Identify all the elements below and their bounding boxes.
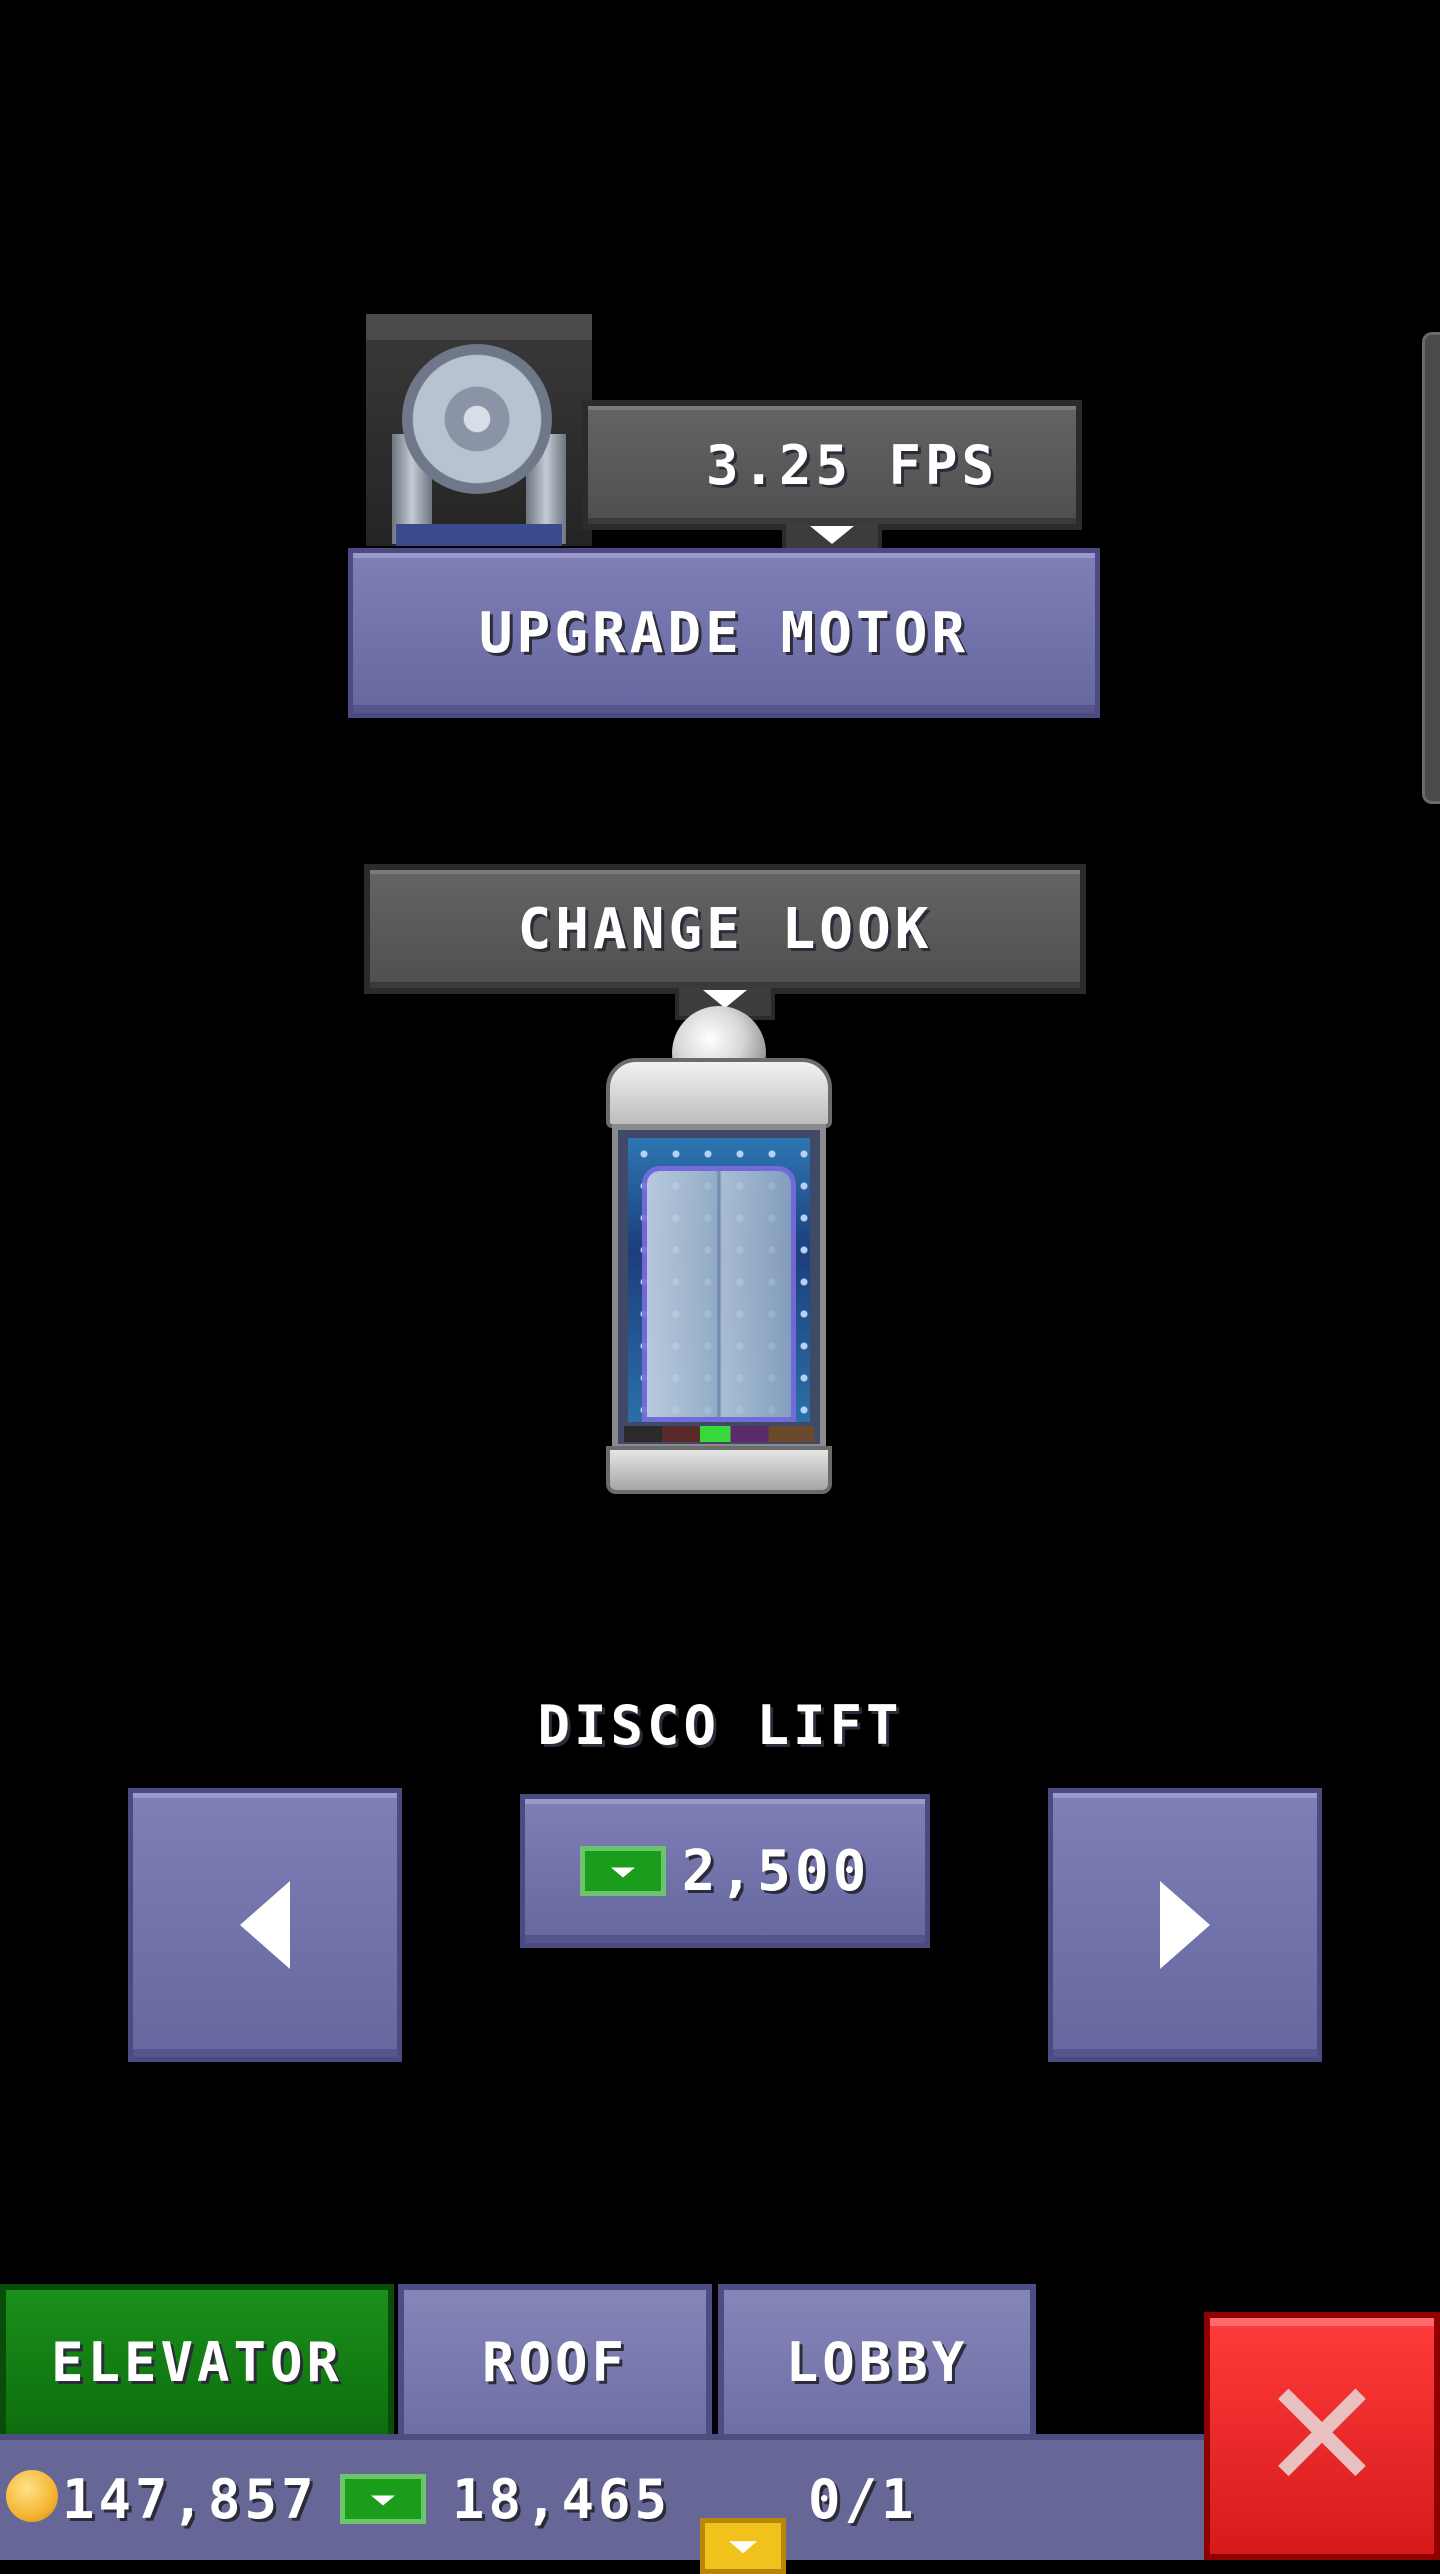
coin-count: 147,857 [62, 2468, 318, 2531]
scroll-handle[interactable] [1422, 332, 1440, 804]
coin-icon [6, 2470, 58, 2522]
bux-icon [340, 2474, 426, 2524]
change-look-text: CHANGE LOOK [517, 896, 933, 962]
arrow-left-icon [240, 1881, 290, 1969]
upgrade-motor-label: UPGRADE MOTOR [478, 600, 970, 666]
look-price: 2,500 [681, 1838, 871, 1904]
tab-roof[interactable]: ROOF [398, 2284, 712, 2440]
tab-lobby-label: LOBBY [785, 2330, 969, 2394]
ticket-icon [700, 2518, 786, 2574]
tab-lobby[interactable]: LOBBY [718, 2284, 1036, 2440]
upgrade-motor-button[interactable]: UPGRADE MOTOR [348, 548, 1100, 718]
currency-status-bar: 147,857 18,465 0/1 [0, 2434, 1204, 2574]
motor-speed-label: 3.25 FPS [582, 400, 1082, 556]
elevator-door-icon [642, 1166, 796, 1422]
motor-speed-text: 3.25 FPS [705, 433, 999, 497]
buy-look-button[interactable]: 2,500 [520, 1794, 930, 1948]
change-look-label: CHANGE LOOK [364, 864, 1086, 1020]
next-look-button[interactable] [1048, 1788, 1322, 2062]
tab-elevator[interactable]: ELEVATOR [0, 2284, 394, 2440]
close-icon: ✕ [1259, 2349, 1385, 2523]
bux-icon [579, 1846, 666, 1896]
motor-wheel-icon [402, 344, 552, 494]
bux-count: 18,465 [452, 2468, 672, 2531]
look-name: DISCO LIFT [537, 1694, 903, 1757]
arrow-right-icon [1160, 1881, 1210, 1969]
tab-elevator-label: ELEVATOR [50, 2330, 344, 2394]
close-button[interactable]: ✕ [1204, 2312, 1440, 2560]
ticket-count: 0/1 [808, 2468, 918, 2531]
previous-look-button[interactable] [128, 1788, 402, 2062]
elevator-preview-image [606, 1006, 832, 1494]
tab-roof-label: ROOF [481, 2330, 629, 2394]
elevator-motor-image [366, 314, 592, 546]
